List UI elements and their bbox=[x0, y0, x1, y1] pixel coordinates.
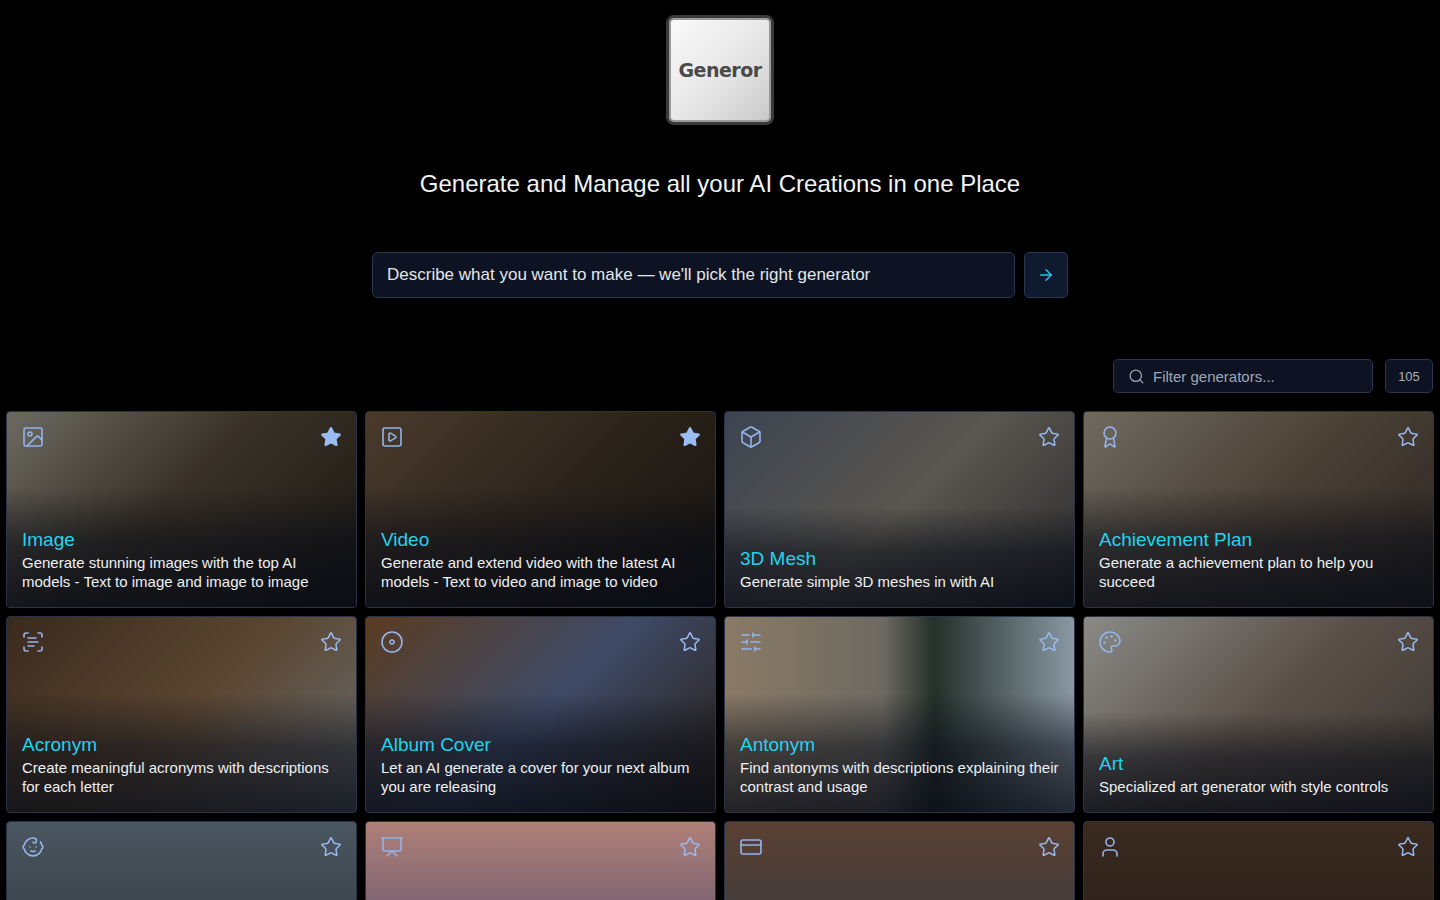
favorite-star-icon[interactable] bbox=[319, 835, 343, 859]
generator-icon bbox=[1098, 835, 1122, 859]
generator-title: Antonym bbox=[740, 733, 1059, 756]
generator-title: Achievement Plan bbox=[1099, 528, 1418, 551]
generator-title: Album Cover bbox=[381, 733, 700, 756]
generator-title: Image bbox=[22, 528, 341, 551]
generator-card[interactable] bbox=[724, 821, 1075, 900]
generator-icon bbox=[739, 835, 763, 859]
generator-icon bbox=[380, 835, 404, 859]
page: Generor Generate and Manage all your AI C… bbox=[0, 0, 1440, 900]
generator-icon bbox=[21, 835, 45, 859]
headline: Generate and Manage all your AI Creation… bbox=[420, 169, 1020, 199]
generator-card[interactable] bbox=[6, 821, 357, 900]
generator-card[interactable]: Achievement PlanGenerate a achievement p… bbox=[1083, 411, 1434, 608]
generator-title: Video bbox=[381, 528, 700, 551]
favorite-star-icon[interactable] bbox=[1037, 835, 1061, 859]
prompt-form bbox=[372, 252, 1068, 298]
prompt-input[interactable] bbox=[372, 252, 1015, 298]
submit-button[interactable] bbox=[1024, 252, 1068, 298]
filter-field[interactable] bbox=[1113, 359, 1373, 393]
generator-description: Generate simple 3D meshes in with AI bbox=[740, 572, 1059, 591]
generator-card[interactable]: VideoGenerate and extend video with the … bbox=[365, 411, 716, 608]
logo: Generor bbox=[666, 15, 774, 125]
generator-icon bbox=[1098, 425, 1122, 449]
favorite-star-icon[interactable] bbox=[678, 835, 702, 859]
generator-card[interactable]: ImageGenerate stunning images with the t… bbox=[6, 411, 357, 608]
generator-title: Art bbox=[1099, 752, 1418, 775]
favorite-star-icon[interactable] bbox=[1396, 425, 1420, 449]
generator-description: Let an AI generate a cover for your next… bbox=[381, 758, 700, 796]
generator-icon bbox=[380, 425, 404, 449]
generator-card[interactable]: Album CoverLet an AI generate a cover fo… bbox=[365, 616, 716, 813]
favorite-star-icon[interactable] bbox=[1396, 630, 1420, 654]
arrow-right-icon bbox=[1037, 266, 1055, 284]
favorite-star-icon[interactable] bbox=[678, 425, 702, 449]
search-icon bbox=[1128, 368, 1145, 385]
favorite-star-icon[interactable] bbox=[1037, 425, 1061, 449]
logo-text: Generor bbox=[678, 59, 761, 81]
generator-title: Acronym bbox=[22, 733, 341, 756]
favorite-star-icon[interactable] bbox=[319, 630, 343, 654]
generator-card[interactable]: Art Specialized art generator with style … bbox=[1083, 616, 1434, 813]
generator-icon bbox=[1098, 630, 1122, 654]
filter-input[interactable] bbox=[1151, 367, 1358, 386]
favorite-star-icon[interactable] bbox=[678, 630, 702, 654]
filter-bar: 105 bbox=[0, 359, 1440, 393]
generator-card[interactable]: 3D Mesh Generate simple 3D meshes in with… bbox=[724, 411, 1075, 608]
generator-description: Generate and extend video with the lates… bbox=[381, 553, 700, 591]
generator-description: Find antonyms with descriptions explaini… bbox=[740, 758, 1059, 796]
generator-grid: ImageGenerate stunning images with the t… bbox=[0, 411, 1440, 900]
generator-card[interactable]: AntonymFind antonyms with descriptions e… bbox=[724, 616, 1075, 813]
generator-card[interactable] bbox=[1083, 821, 1434, 900]
generator-icon bbox=[739, 425, 763, 449]
generator-description: Generate stunning images with the top AI… bbox=[22, 553, 341, 591]
generator-card[interactable] bbox=[365, 821, 716, 900]
generator-description: Specialized art generator with style con… bbox=[1099, 777, 1418, 796]
generator-description: Create meaningful acronyms with descript… bbox=[22, 758, 341, 796]
generator-description: Generate a achievement plan to help you … bbox=[1099, 553, 1418, 591]
generator-icon bbox=[739, 630, 763, 654]
favorite-star-icon[interactable] bbox=[1396, 835, 1420, 859]
generator-card[interactable]: AcronymCreate meaningful acronyms with d… bbox=[6, 616, 357, 813]
generator-count: 105 bbox=[1385, 359, 1433, 393]
favorite-star-icon[interactable] bbox=[319, 425, 343, 449]
generator-icon bbox=[21, 630, 45, 654]
generator-icon bbox=[380, 630, 404, 654]
generator-title: 3D Mesh bbox=[740, 547, 1059, 570]
favorite-star-icon[interactable] bbox=[1037, 630, 1061, 654]
generator-icon bbox=[21, 425, 45, 449]
